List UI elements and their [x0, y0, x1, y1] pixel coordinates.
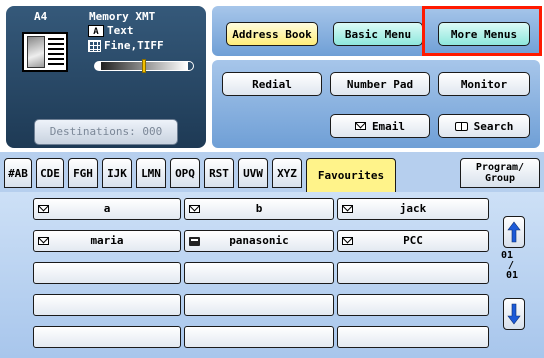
empty-entry-slot[interactable]	[337, 262, 489, 284]
book-icon	[454, 121, 468, 131]
empty-entry-slot[interactable]	[184, 262, 334, 284]
entry-name: jack	[399, 202, 427, 215]
tab-cde[interactable]: CDE	[36, 158, 64, 188]
tab-program-group-line2: Group	[484, 173, 516, 184]
email-button-label: Email	[371, 119, 406, 133]
address-entry[interactable]: maria	[33, 230, 181, 252]
envelope-icon	[354, 122, 366, 130]
status-panel: A4 Memory XMT A Text Fine,TIFF Destinati…	[6, 6, 206, 148]
empty-entry-slot[interactable]	[33, 294, 181, 316]
original-type: A Text	[88, 24, 134, 37]
address-entry[interactable]: panasonic	[184, 230, 334, 252]
page-total: 01	[506, 270, 519, 281]
tab-lmn[interactable]: LMN	[136, 158, 166, 188]
arrow-up-icon	[507, 221, 521, 243]
grid-icon	[88, 39, 101, 52]
address-book-button[interactable]: Address Book	[226, 22, 318, 46]
tab-rst[interactable]: RST	[204, 158, 234, 188]
redial-button[interactable]: Redial	[222, 72, 322, 96]
tab-uvw[interactable]: UVW	[238, 158, 268, 188]
empty-entry-slot[interactable]	[184, 294, 334, 316]
document-icon	[22, 32, 68, 72]
scroll-up-button[interactable]	[503, 216, 525, 248]
address-entry[interactable]: a	[33, 198, 181, 220]
empty-entry-slot[interactable]	[33, 326, 181, 348]
arrow-down-icon	[507, 303, 521, 325]
empty-entry-slot[interactable]	[337, 326, 489, 348]
resolution: Fine,TIFF	[88, 39, 164, 52]
tab-fgh[interactable]: FGH	[68, 158, 98, 188]
tab-program-group[interactable]: Program/ Group	[460, 158, 540, 188]
tab-xyz[interactable]: XYZ	[272, 158, 302, 188]
index-tabs: #AB CDE FGH IJK LMN OPQ RST UVW XYZ Favo…	[0, 152, 544, 192]
paper-size: A4	[34, 10, 48, 23]
tab-ijk[interactable]: IJK	[102, 158, 132, 188]
search-button[interactable]: Search	[438, 114, 530, 138]
entry-name: panasonic	[229, 234, 289, 247]
original-type-label: Text	[107, 24, 134, 37]
address-entry[interactable]: PCC	[337, 230, 489, 252]
contrast-marker	[142, 59, 146, 73]
tab-favourites[interactable]: Favourites	[306, 158, 396, 192]
empty-entry-slot[interactable]	[33, 262, 181, 284]
destinations-button[interactable]: Destinations: 000	[34, 119, 178, 145]
tab-program-group-line1: Program/	[475, 162, 525, 173]
contrast-indicator	[94, 59, 200, 73]
more-menus-highlight	[422, 6, 542, 56]
page-current: 01	[501, 250, 514, 261]
scroll-down-button[interactable]	[503, 298, 525, 330]
email-button[interactable]: Email	[330, 114, 430, 138]
number-pad-button[interactable]: Number Pad	[330, 72, 430, 96]
entry-name: b	[255, 202, 263, 215]
search-button-label: Search	[473, 119, 514, 133]
address-entry[interactable]: b	[184, 198, 334, 220]
address-entry[interactable]: jack	[337, 198, 489, 220]
entry-name: a	[103, 202, 111, 215]
transmission-mode: Memory XMT	[89, 10, 156, 23]
tab-opq[interactable]: OPQ	[170, 158, 200, 188]
tab-ab[interactable]: #AB	[4, 158, 32, 188]
entry-name: PCC	[403, 234, 423, 247]
text-A-icon: A	[88, 24, 104, 37]
empty-entry-slot[interactable]	[337, 294, 489, 316]
page-indicator: 01 / 01	[501, 251, 527, 281]
resolution-label: Fine,TIFF	[104, 39, 164, 52]
entry-name: maria	[90, 234, 124, 247]
basic-menu-button[interactable]: Basic Menu	[333, 22, 423, 46]
monitor-button[interactable]: Monitor	[438, 72, 530, 96]
empty-entry-slot[interactable]	[184, 326, 334, 348]
